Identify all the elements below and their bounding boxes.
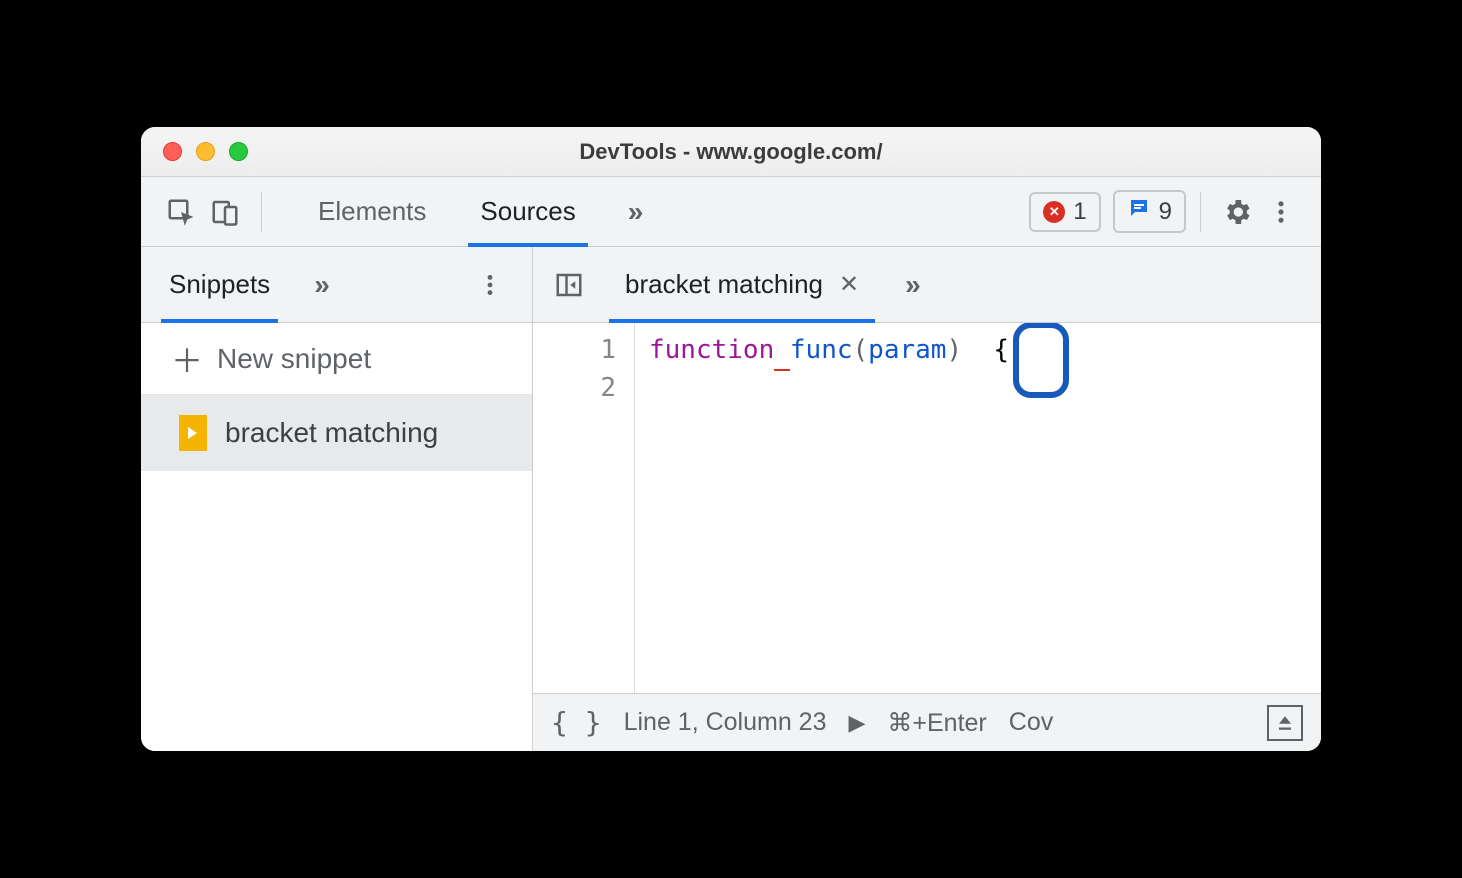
sidebar-more-tabs-icon[interactable]: »	[304, 269, 340, 301]
param-name: param	[868, 335, 946, 365]
editor-tab-row: bracket matching ✕ »	[533, 247, 1321, 323]
device-toggle-icon[interactable]	[203, 190, 247, 234]
badge-group: 1 9	[1029, 190, 1186, 233]
code-area[interactable]: function func(param) {	[635, 323, 1321, 693]
snippet-list: bracket matching	[141, 395, 532, 751]
errors-badge[interactable]: 1	[1029, 192, 1100, 232]
paren-close: )	[946, 335, 962, 365]
editor-pane: bracket matching ✕ » 1 2 function func(p…	[533, 247, 1321, 751]
message-count: 9	[1159, 198, 1172, 226]
format-icon[interactable]: { }	[551, 706, 602, 739]
devtools-window: DevTools - www.google.com/ Elements Sour…	[141, 127, 1321, 751]
cursor-position: Line 1, Column 23	[624, 708, 827, 737]
new-snippet-label: New snippet	[217, 343, 371, 375]
run-icon[interactable]: ▶	[848, 710, 865, 736]
sidebar-tab-row: Snippets »	[141, 247, 532, 323]
titlebar: DevTools - www.google.com/	[141, 127, 1321, 177]
function-name: func	[790, 335, 853, 365]
sidebar-options-icon[interactable]	[468, 263, 512, 307]
snippet-file-icon	[179, 415, 207, 451]
snippet-item[interactable]: bracket matching	[141, 395, 532, 471]
code-editor[interactable]: 1 2 function func(param) {	[533, 323, 1321, 693]
code-line: function func(param) {	[649, 331, 1321, 371]
window-title: DevTools - www.google.com/	[141, 139, 1321, 165]
inspect-element-icon[interactable]	[159, 190, 203, 234]
drawer-toggle-icon[interactable]	[1267, 705, 1303, 741]
content-area: Snippets » ＋ New snippet bracket matchin…	[141, 247, 1321, 751]
new-snippet-button[interactable]: ＋ New snippet	[141, 323, 532, 395]
coverage-label[interactable]: Cov	[1009, 708, 1053, 737]
messages-badge[interactable]: 9	[1113, 190, 1186, 233]
divider	[1200, 192, 1201, 232]
brace-open: {	[993, 335, 1009, 365]
tab-elements[interactable]: Elements	[306, 177, 438, 246]
tab-sources[interactable]: Sources	[468, 177, 587, 246]
traffic-lights	[141, 142, 248, 161]
sidebar-tab-snippets[interactable]: Snippets	[161, 247, 278, 322]
sidebar: Snippets » ＋ New snippet bracket matchin…	[141, 247, 533, 751]
run-shortcut-hint: ⌘+Enter	[887, 708, 986, 738]
paren-open: (	[853, 335, 869, 365]
panel-tabs: Elements Sources »	[306, 177, 653, 246]
more-options-icon[interactable]	[1259, 190, 1303, 234]
editor-more-tabs-icon[interactable]: »	[895, 269, 931, 301]
line-number: 2	[533, 369, 616, 407]
statusbar: { } Line 1, Column 23 ▶ ⌘+Enter Cov	[533, 693, 1321, 751]
line-number: 1	[533, 331, 616, 369]
keyword: function	[649, 335, 774, 365]
minimize-window-button[interactable]	[196, 142, 215, 161]
lint-underline	[774, 331, 790, 371]
error-count: 1	[1073, 198, 1086, 226]
error-icon	[1043, 201, 1065, 223]
close-window-button[interactable]	[163, 142, 182, 161]
close-tab-icon[interactable]: ✕	[839, 270, 859, 299]
more-tabs-icon[interactable]: »	[618, 196, 654, 228]
navigator-toggle-icon[interactable]	[549, 265, 589, 305]
settings-icon[interactable]	[1215, 190, 1259, 234]
message-icon	[1127, 196, 1151, 227]
divider	[261, 192, 262, 232]
plus-icon: ＋	[171, 336, 203, 382]
maximize-window-button[interactable]	[229, 142, 248, 161]
editor-tab-label: bracket matching	[625, 269, 823, 300]
editor-tab[interactable]: bracket matching ✕	[609, 247, 875, 322]
main-toolbar: Elements Sources » 1 9	[141, 177, 1321, 247]
line-gutter: 1 2	[533, 323, 635, 693]
snippet-item-label: bracket matching	[225, 417, 438, 449]
